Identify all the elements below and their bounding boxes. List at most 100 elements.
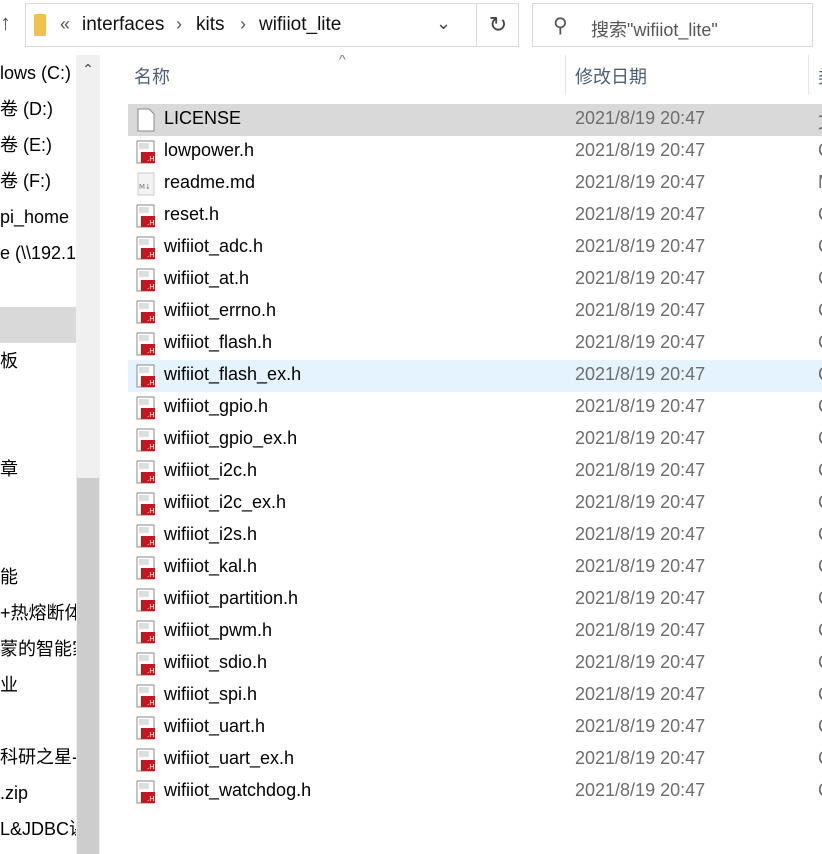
file-name[interactable]: wifiiot_i2s.h (164, 524, 257, 545)
sidebar-item[interactable] (0, 379, 76, 415)
sidebar-item[interactable]: 蒙的智能家 (0, 631, 76, 667)
refresh-button[interactable]: ↻ (476, 4, 519, 46)
file-name[interactable]: wifiiot_pwm.h (164, 620, 272, 641)
sidebar-item[interactable] (0, 307, 76, 343)
file-name[interactable]: wifiiot_i2c_ex.h (164, 492, 286, 513)
c-header-file-icon: .H (136, 332, 155, 356)
file-name[interactable]: wifiiot_partition.h (164, 588, 298, 609)
file-row[interactable]: .H wifiiot_spi.h 2021/8/19 20:47 C (128, 680, 822, 712)
file-name[interactable]: wifiiot_uart.h (164, 716, 265, 737)
folder-icon (34, 14, 46, 36)
file-row[interactable]: .H wifiiot_gpio_ex.h 2021/8/19 20:47 C (128, 424, 822, 456)
chevron-down-icon[interactable]: ⌄ (436, 13, 451, 34)
file-row[interactable]: .H wifiiot_adc.h 2021/8/19 20:47 C (128, 232, 822, 264)
column-header-type[interactable]: 类 (818, 63, 822, 89)
file-row[interactable]: .H wifiiot_flash.h 2021/8/19 20:47 C (128, 328, 822, 360)
file-row[interactable]: .H wifiiot_i2c.h 2021/8/19 20:47 C (128, 456, 822, 488)
file-row[interactable]: .H lowpower.h 2021/8/19 20:47 C (128, 136, 822, 168)
file-name[interactable]: wifiiot_gpio_ex.h (164, 428, 297, 449)
crumb-separator[interactable]: › (176, 14, 182, 35)
sidebar-item[interactable] (0, 703, 76, 739)
file-row[interactable]: .H wifiiot_pwm.h 2021/8/19 20:47 C (128, 616, 822, 648)
file-row[interactable]: .H wifiiot_errno.h 2021/8/19 20:47 C (128, 296, 822, 328)
file-row[interactable]: .H wifiiot_watchdog.h 2021/8/19 20:47 C (128, 776, 822, 808)
sidebar-item[interactable] (0, 487, 76, 523)
file-name[interactable]: reset.h (164, 204, 219, 225)
address-bar[interactable]: « interfaces › kits › wifiiot_lite ⌄ ↻ (25, 3, 519, 47)
file-type: C (818, 684, 822, 705)
svg-text:.H: .H (147, 379, 155, 387)
column-divider[interactable] (808, 55, 809, 95)
file-row[interactable]: .H wifiiot_uart_ex.h 2021/8/19 20:47 C (128, 744, 822, 776)
sidebar-item[interactable]: 板 (0, 343, 76, 379)
crumb-kits[interactable]: kits (196, 14, 225, 36)
column-divider[interactable] (565, 55, 566, 95)
sidebar-item[interactable]: 卷 (F:) (0, 163, 76, 199)
file-name[interactable]: lowpower.h (164, 140, 254, 161)
c-header-file-icon: .H (136, 780, 155, 804)
file-row[interactable]: .H wifiiot_i2c_ex.h 2021/8/19 20:47 C (128, 488, 822, 520)
file-list: ^ 名称 修改日期 类 LICENSE 2021/8/19 20:47 文 .H low… (103, 55, 822, 854)
sidebar-item[interactable]: +热熔断体 (0, 595, 76, 631)
column-header-name[interactable]: 名称 (134, 63, 170, 89)
file-name[interactable]: wifiiot_kal.h (164, 556, 257, 577)
file-row[interactable]: LICENSE 2021/8/19 20:47 文 (128, 104, 822, 136)
svg-text:.H: .H (147, 667, 155, 675)
file-row[interactable]: .H wifiiot_partition.h 2021/8/19 20:47 C (128, 584, 822, 616)
sidebar-item[interactable]: 能 (0, 559, 76, 595)
sidebar-item[interactable]: L&JDBC课 (0, 811, 76, 847)
scrollbar-thumb[interactable] (77, 478, 99, 854)
file-name[interactable]: wifiiot_sdio.h (164, 652, 267, 673)
file-name[interactable]: wifiiot_adc.h (164, 236, 263, 257)
sidebar-item[interactable] (0, 523, 76, 559)
crumb-separator[interactable]: › (240, 14, 246, 35)
file-type: C (818, 620, 822, 641)
file-type: C (818, 748, 822, 769)
scroll-up-arrow-icon[interactable]: ⌃ (76, 61, 100, 78)
overflow-crumb[interactable]: « (60, 14, 70, 35)
file-row[interactable]: .H wifiiot_at.h 2021/8/19 20:47 C (128, 264, 822, 296)
file-name[interactable]: wifiiot_errno.h (164, 300, 276, 321)
file-name[interactable]: wifiiot_flash_ex.h (164, 364, 301, 385)
sidebar-item[interactable]: pi_home (0, 199, 76, 235)
file-row[interactable]: .H wifiiot_kal.h 2021/8/19 20:47 C (128, 552, 822, 584)
file-modified-date: 2021/8/19 20:47 (575, 652, 706, 672)
file-type: C (818, 236, 822, 257)
file-modified-date: 2021/8/19 20:47 (575, 556, 706, 576)
file-row[interactable]: .H wifiiot_uart.h 2021/8/19 20:47 C (128, 712, 822, 744)
sidebar-item[interactable]: 科研之星- (0, 739, 76, 775)
sidebar-scrollbar[interactable]: ⌃ (76, 55, 100, 854)
sidebar-item[interactable] (0, 271, 76, 307)
svg-text:.H: .H (147, 795, 155, 803)
sidebar-item[interactable]: 卷 (E:) (0, 127, 76, 163)
crumb-wifiiot-lite[interactable]: wifiiot_lite (259, 14, 341, 36)
sidebar-item[interactable]: e (\\192.1 (0, 235, 76, 271)
file-type: 文 (818, 108, 822, 134)
search-box[interactable]: ⚲ 搜索"wifiiot_lite" (532, 3, 813, 47)
sidebar-item[interactable] (0, 415, 76, 451)
file-name[interactable]: wifiiot_gpio.h (164, 396, 268, 417)
back-up-button[interactable]: ↑ (0, 10, 20, 40)
file-name[interactable]: wifiiot_spi.h (164, 684, 257, 705)
file-name[interactable]: wifiiot_watchdog.h (164, 780, 311, 801)
sidebar-item[interactable]: 卷 (D:) (0, 91, 76, 127)
c-header-file-icon: .H (136, 524, 155, 548)
file-name[interactable]: wifiiot_at.h (164, 268, 249, 289)
sidebar-item[interactable]: lows (C:) (0, 55, 76, 91)
file-row[interactable]: .H wifiiot_gpio.h 2021/8/19 20:47 C (128, 392, 822, 424)
sidebar-item[interactable]: 章 (0, 451, 76, 487)
file-name[interactable]: wifiiot_uart_ex.h (164, 748, 294, 769)
column-header-date[interactable]: 修改日期 (575, 63, 647, 89)
sidebar-item[interactable]: 业 (0, 667, 76, 703)
file-name[interactable]: readme.md (164, 172, 255, 193)
file-name[interactable]: LICENSE (164, 108, 241, 129)
file-row[interactable]: .H wifiiot_i2s.h 2021/8/19 20:47 C (128, 520, 822, 552)
file-row[interactable]: .H wifiiot_sdio.h 2021/8/19 20:47 C (128, 648, 822, 680)
file-name[interactable]: wifiiot_flash.h (164, 332, 272, 353)
file-row[interactable]: M↓ readme.md 2021/8/19 20:47 M (128, 168, 822, 200)
file-name[interactable]: wifiiot_i2c.h (164, 460, 257, 481)
file-row[interactable]: .H wifiiot_flash_ex.h 2021/8/19 20:47 C (128, 360, 822, 392)
file-row[interactable]: .H reset.h 2021/8/19 20:47 C (128, 200, 822, 232)
crumb-interfaces[interactable]: interfaces (82, 14, 164, 36)
sidebar-item[interactable]: .zip (0, 775, 76, 811)
